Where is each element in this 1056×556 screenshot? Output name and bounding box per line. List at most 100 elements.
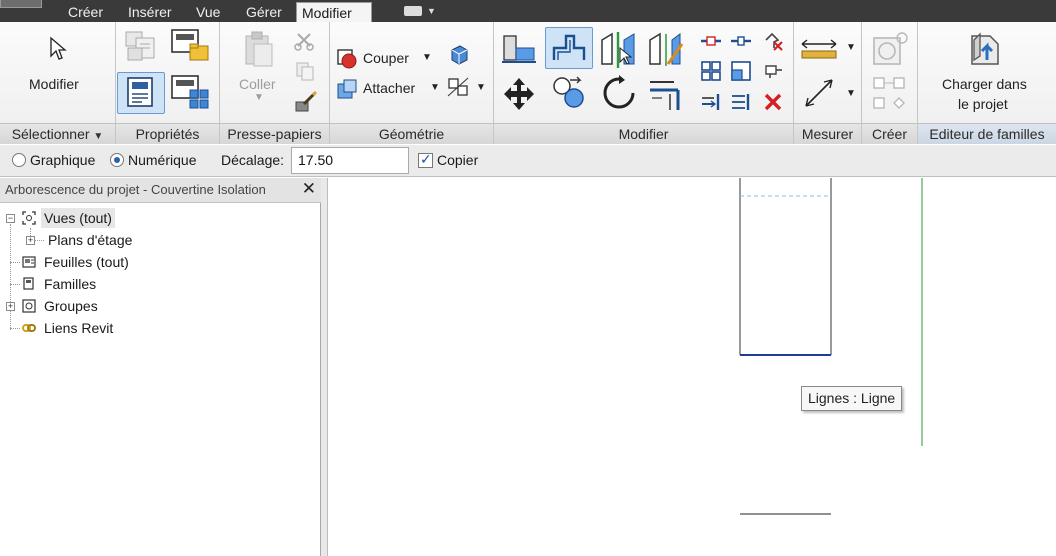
tree-connector [34,240,44,241]
tree-connector [10,224,11,330]
copy-icon[interactable] [294,60,316,82]
delete-icon[interactable] [763,92,783,112]
tab-modifier[interactable]: Modifier [296,2,372,22]
ribbon: Modifier Sélectionner ▼ Propriétés Colle… [0,22,1056,144]
numeric-radio-label[interactable]: Numérique [128,152,196,168]
tree-item-floor-plans[interactable]: Plans d'étage [48,230,132,250]
paste-icon[interactable] [240,30,276,68]
graphic-radio[interactable] [12,153,26,167]
select-panel-title[interactable]: Sélectionner ▼ [0,123,115,144]
join-geometry-button[interactable]: Attacher [363,80,415,96]
geometry-panel: Couper ▼ Attacher ▼ ▼ Géométrie [330,22,494,144]
tree-connector [10,262,20,263]
scale-icon[interactable] [730,60,752,82]
chevron-down-icon[interactable]: ▼ [254,92,264,103]
tree-collapse-toggle[interactable]: − [6,214,15,223]
project-browser-title: Arborescence du projet - Couvertine Isol… [5,182,266,197]
paste-button-label[interactable]: Coller [239,76,276,92]
close-icon[interactable]: ✕ [302,179,316,199]
trim-extend-multiple-icon[interactable] [730,92,752,112]
cut-icon[interactable] [294,30,316,52]
solid-box-icon[interactable] [448,44,470,66]
properties-panel-title: Propriétés [116,123,219,144]
pin-icon[interactable] [762,62,784,80]
offset-input[interactable]: 17.50 [291,147,409,174]
families-icon [23,277,34,290]
application-menu-button[interactable] [0,0,42,8]
chevron-down-icon: ▼ [93,131,104,142]
trim-extend-single-icon[interactable] [700,92,722,112]
clipboard-panel-title: Presse-papiers [220,123,329,144]
offset-icon [552,34,586,60]
match-properties-icon[interactable] [294,90,318,114]
project-browser: Arborescence du projet - Couvertine Isol… [0,178,321,556]
chevron-down-icon[interactable]: ▼ [846,88,856,99]
create-panel: Créer [862,22,918,144]
create-similar-icon[interactable] [870,30,910,68]
tab-creer[interactable]: Créer [63,2,108,22]
split-element-icon[interactable] [700,32,722,50]
load-into-project-label-line1[interactable]: Charger dans [942,76,1027,92]
groups-icon [22,299,36,313]
tab-vue[interactable]: Vue [191,2,225,22]
cut-geometry-button[interactable]: Couper [363,50,409,66]
numeric-radio[interactable] [110,153,124,167]
measure-panel: ▼ ▼ Mesurer [794,22,862,144]
load-into-project-icon[interactable] [968,30,1006,68]
split-with-gap-icon[interactable] [730,32,752,50]
tree-connector [10,284,20,285]
aligned-dimension-icon[interactable] [800,76,838,112]
element-tooltip: Lignes : Ligne [801,386,903,411]
tree-item-groups[interactable]: Groupes [44,296,98,316]
create-panel-title: Créer [862,123,917,144]
trim-extend-corner-icon[interactable] [646,74,686,112]
measure-panel-title: Mesurer [794,123,861,144]
chevron-down-icon[interactable]: ▼ [427,6,436,16]
modify-panel-title: Modifier [494,123,793,144]
family-category-icon[interactable] [170,28,212,66]
tree-item-revit-links[interactable]: Liens Revit [44,318,113,338]
properties-panel: Propriétés [116,22,220,144]
tree-connector [10,328,20,329]
join-geometry-icon [337,79,357,99]
rotate-icon[interactable] [600,74,638,112]
mirror-draw-axis-icon[interactable] [646,30,686,70]
type-properties-icon[interactable] [122,28,162,66]
family-types-icon[interactable] [170,74,212,112]
load-into-project-label-line2[interactable]: le projet [958,96,1008,112]
tab-gerer[interactable]: Gérer [241,2,287,22]
select-panel: Modifier Sélectionner ▼ [0,22,116,144]
copy-checkbox-label[interactable]: Copier [437,152,478,168]
tree-expand-toggle[interactable]: + [26,236,35,245]
cut-geometry-icon [337,49,357,69]
tree-expand-toggle[interactable]: + [6,302,15,311]
create-group-icon[interactable] [870,74,910,112]
move-icon[interactable] [500,76,538,112]
array-icon[interactable] [700,60,722,82]
chevron-down-icon[interactable]: ▼ [476,82,486,93]
split-face-icon[interactable] [446,76,472,100]
modify-panel: Modifier [494,22,794,144]
align-icon[interactable] [500,32,538,68]
chevron-down-icon[interactable]: ▼ [430,82,440,93]
measure-between-references-icon[interactable] [798,38,840,60]
cursor-arrow-icon[interactable] [48,36,68,62]
select-panel-label: Sélectionner [11,126,90,142]
tree-item-sheets[interactable]: Feuilles (tout) [44,252,129,272]
modify-button-label[interactable]: Modifier [29,76,79,92]
revit-family-editor-window: Créer Insérer Vue Gérer Modifier ▼ Modif… [0,0,1056,556]
graphic-radio-label[interactable]: Graphique [30,152,95,168]
chevron-down-icon[interactable]: ▼ [422,52,432,63]
options-bar: Graphique Numérique Décalage: 17.50 Copi… [0,145,1056,177]
mirror-pick-axis-icon[interactable] [598,30,638,70]
chevron-down-icon[interactable]: ▼ [846,42,856,53]
panel-toggle-icon[interactable] [404,6,422,16]
canvas-drawing[interactable] [328,178,1056,556]
tree-item-families[interactable]: Familles [44,274,96,294]
drawing-canvas[interactable] [327,178,1056,556]
copy-checkbox[interactable] [418,151,433,168]
tree-item-views[interactable]: Vues (tout) [41,208,115,228]
tab-inserer[interactable]: Insérer [123,2,177,22]
copy-element-icon[interactable] [550,74,588,112]
unpin-icon[interactable] [762,30,784,52]
